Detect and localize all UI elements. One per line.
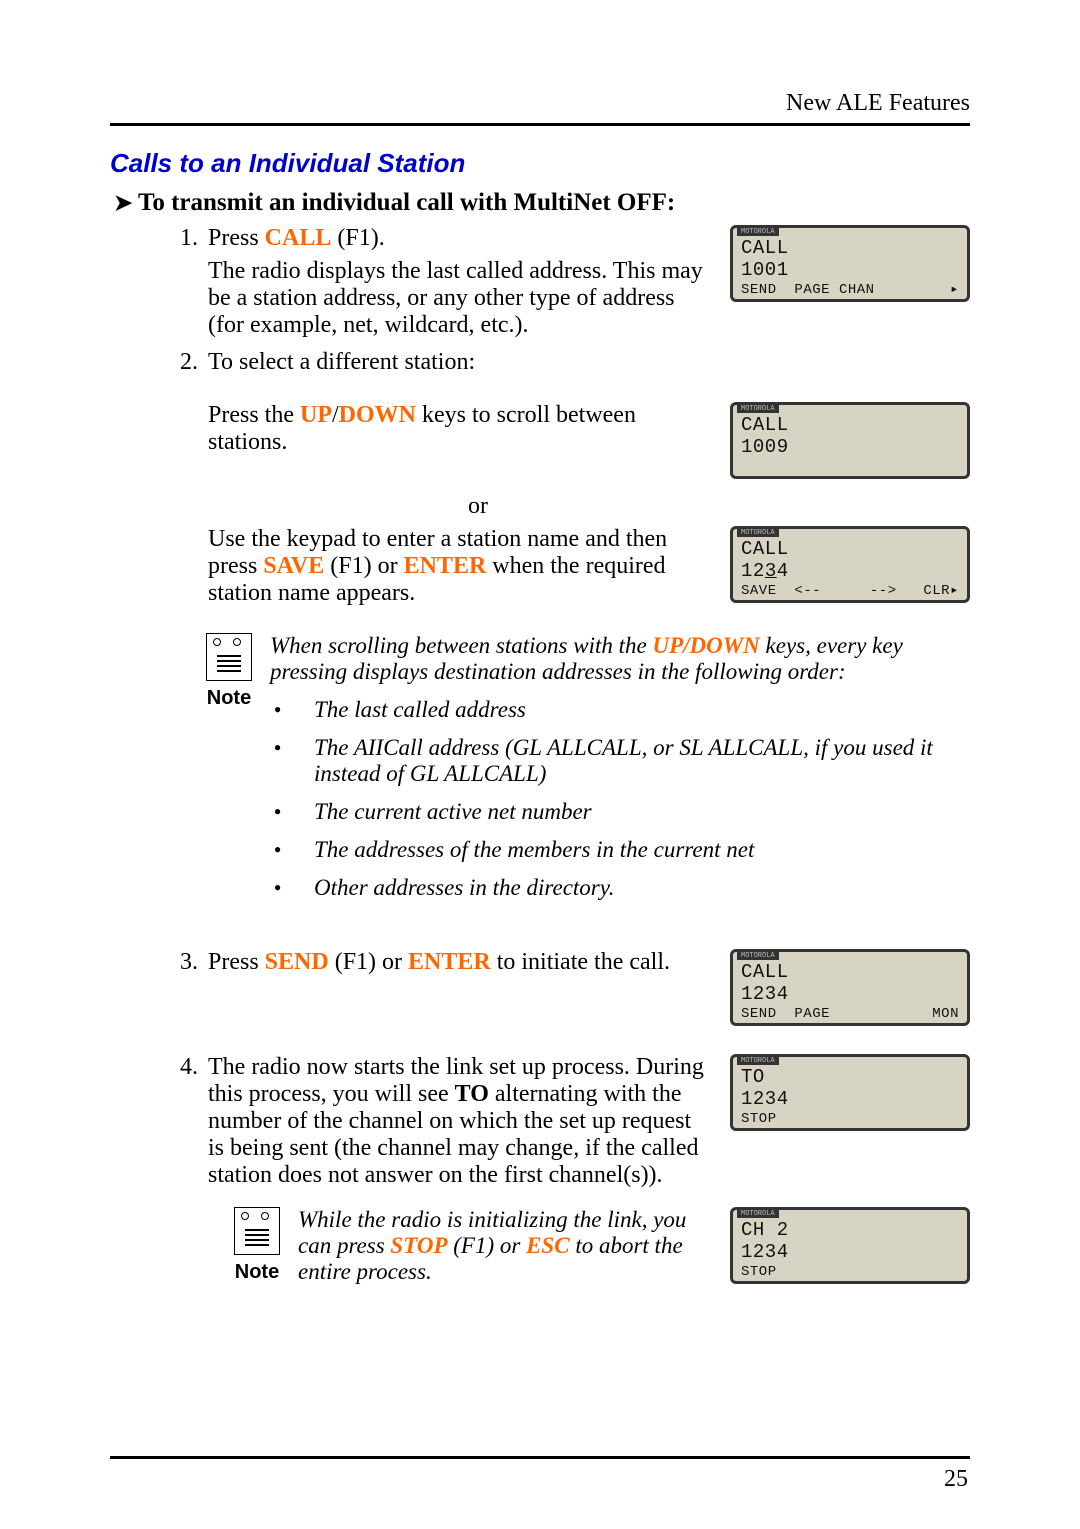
lcd3-line2: 1234 <box>733 560 967 582</box>
lcd4-line1: CALL <box>733 961 967 983</box>
step3-b: (F1) or <box>329 949 408 975</box>
step1-desc: The radio displays the last called addre… <box>208 258 706 339</box>
lcd-brand: MOTOROLA <box>737 228 779 236</box>
key-down: DOWN <box>339 402 416 428</box>
lcd6-f1: STOP <box>741 1263 777 1281</box>
lcd-screen-1: MOTOROLA CALL 1001 SEND PAGE CHAN ▸ <box>730 225 970 302</box>
key-up: UP <box>300 402 332 428</box>
lcd-screen-5: MOTOROLA TO 1234 STOP <box>730 1054 970 1131</box>
key-send: SEND <box>265 949 329 975</box>
lcd-brand: MOTOROLA <box>737 1057 779 1065</box>
note-label: Note <box>207 687 251 710</box>
note1-a: When scrolling between stations with the <box>270 633 652 658</box>
lcd5-f1: STOP <box>741 1110 777 1128</box>
step2-text: To select a different station: <box>208 349 748 376</box>
lcd5-line2: 1234 <box>733 1088 967 1110</box>
lcd3-line1: CALL <box>733 538 967 560</box>
lcd3-f4: CLR <box>923 582 950 600</box>
key-save: SAVE <box>263 553 324 579</box>
step2-press: Press the <box>208 402 300 428</box>
page-header: New ALE Features <box>110 90 970 126</box>
key-esc: ESC <box>526 1233 569 1258</box>
lcd5-line1: TO <box>733 1066 967 1088</box>
step3-a: Press <box>208 949 265 975</box>
lcd4-f4: MON <box>932 1005 959 1023</box>
note-bullet: The last called address <box>298 697 960 723</box>
lcd1-f1: SEND <box>741 281 777 299</box>
lcd-screen-4: MOTOROLA CALL 1234 SEND PAGE MON <box>730 949 970 1026</box>
caret-icon: ▸ <box>950 281 959 299</box>
lcd4-line2: 1234 <box>733 983 967 1005</box>
step3-c: to initiate the call. <box>491 949 670 975</box>
lcd-screen-6: MOTOROLA CH 2 1234 STOP <box>730 1207 970 1284</box>
lcd-brand: MOTOROLA <box>737 1210 779 1218</box>
lcd3-f2: <-- <box>794 582 821 600</box>
lcd6-line2: 1234 <box>733 1241 967 1263</box>
slash: / <box>332 402 339 428</box>
step1-text-a: Press <box>208 225 265 251</box>
step4-to: TO <box>455 1081 489 1107</box>
or-separator: or <box>208 493 748 520</box>
note-bullet: The current active net number <box>298 799 960 825</box>
key-updown: UP/DOWN <box>652 633 759 658</box>
section-title: Calls to an Individual Station <box>110 148 970 179</box>
step-number: 1. <box>180 225 208 252</box>
note-bullet: The AIICall address (GL ALLCALL, or SL A… <box>298 735 960 787</box>
key-enter: ENTER <box>404 553 487 579</box>
lcd-brand: MOTOROLA <box>737 529 779 537</box>
procedure-heading: To transmit an individual call with Mult… <box>114 189 970 217</box>
page-number: 25 <box>944 1466 968 1493</box>
step-number: 4. <box>180 1054 208 1189</box>
lcd6-line1: CH 2 <box>733 1219 967 1241</box>
lcd3-f1: SAVE <box>741 582 777 600</box>
lcd3-f3: --> <box>870 582 897 600</box>
lcd4-f1: SEND <box>741 1005 777 1023</box>
note-bullet: Other addresses in the directory. <box>298 875 960 901</box>
step-number: 2. <box>180 349 208 376</box>
note-icon <box>234 1207 280 1255</box>
note2-b: (F1) or <box>448 1233 527 1258</box>
lcd2-line1: CALL <box>733 414 967 436</box>
key-enter: ENTER <box>408 949 491 975</box>
lcd-brand: MOTOROLA <box>737 952 779 960</box>
caret-icon: ▸ <box>950 582 959 600</box>
lcd-brand: MOTOROLA <box>737 405 779 413</box>
key-stop: STOP <box>390 1233 447 1258</box>
note-label: Note <box>235 1261 279 1284</box>
lcd1-line1: CALL <box>733 237 967 259</box>
key-call: CALL <box>265 225 332 251</box>
note-bullet: The addresses of the members in the curr… <box>298 837 960 863</box>
lcd1-line2: 1001 <box>733 259 967 281</box>
footer-rule <box>110 1456 970 1459</box>
lcd2-line2: 1009 <box>733 436 967 458</box>
step2b-b: (F1) or <box>324 553 403 579</box>
lcd4-f2: PAGE <box>794 1005 830 1023</box>
note-icon <box>206 633 252 681</box>
lcd-screen-2: MOTOROLA CALL 1009 <box>730 402 970 479</box>
lcd1-f3: CHAN <box>839 281 875 299</box>
step-number: 3. <box>180 949 208 976</box>
lcd1-f2: PAGE <box>794 281 830 299</box>
lcd-screen-3: MOTOROLA CALL 1234 SAVE <-- --> CLR▸ <box>730 526 970 603</box>
step1-text-b: (F1). <box>331 225 384 251</box>
